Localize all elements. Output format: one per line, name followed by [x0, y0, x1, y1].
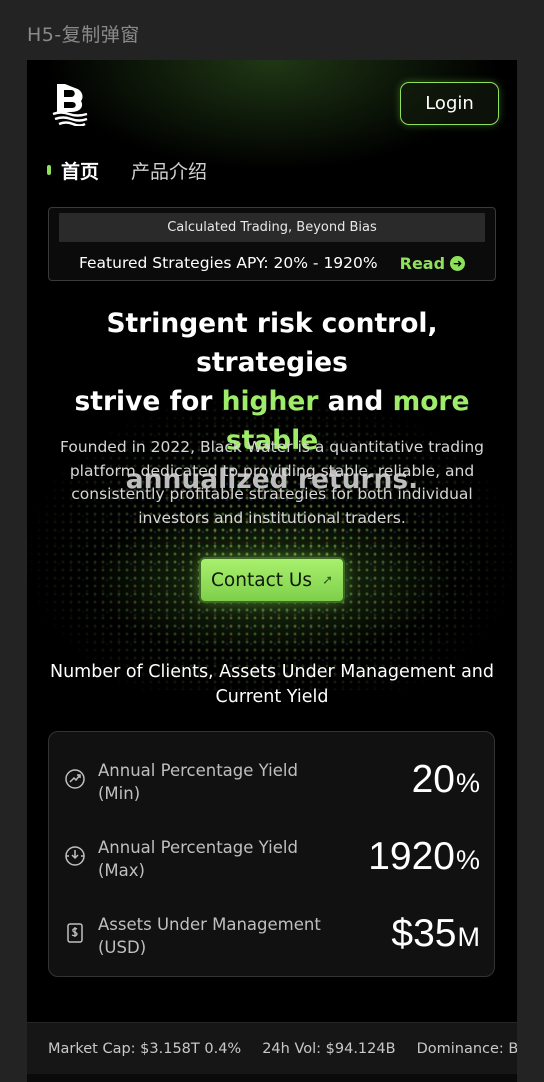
stat-unit: % — [455, 845, 480, 875]
ticker-volume: 24h Vol: $94.124B — [262, 1041, 396, 1057]
hero-description: Founded in 2022, Black Water is a quanti… — [59, 438, 485, 527]
stat-value: $35 M — [391, 912, 480, 956]
bottom-divider — [27, 1074, 517, 1082]
headline-highlight-higher: higher — [221, 386, 319, 417]
market-ticker: Market Cap: $3.158T 0.4% 24h Vol: $94.12… — [27, 1022, 517, 1075]
stats-section-title: Number of Clients, Assets Under Manageme… — [49, 662, 494, 707]
apy-text: Featured Strategies APY: 20% - 1920% — [78, 254, 378, 272]
stat-value: 20% — [412, 758, 480, 802]
stat-value: 1920% — [368, 835, 480, 879]
ticker-market-cap: Market Cap: $3.158T 0.4% — [48, 1041, 242, 1057]
stat-number: 1920 — [368, 835, 455, 878]
trend-circle-icon — [64, 768, 86, 790]
stat-row-apy-max: Annual Percentage Yield (Max) 1920% — [49, 829, 494, 889]
headline-text: strive for — [74, 386, 222, 417]
stat-row-aum: Assets Under Management (USD) $35 M — [49, 906, 494, 966]
banner-apy-line: Featured Strategies APY: 20% - 1920% Rea… — [49, 248, 495, 278]
stat-label: Assets Under Management (USD) — [98, 915, 321, 957]
arrow-up-right-icon: ➚ — [322, 572, 333, 588]
ticker-dominance: Dominance: B — [416, 1041, 517, 1057]
stat-unit: M — [457, 922, 481, 952]
mobile-page: Login 首页 产品介绍 Calculated Trading, Beyond… — [27, 60, 517, 1082]
active-indicator — [47, 165, 51, 175]
contact-label: Contact Us — [211, 569, 313, 591]
login-button[interactable]: Login — [400, 82, 499, 125]
stat-label: Annual Percentage Yield (Min) — [98, 761, 298, 803]
stat-label: Annual Percentage Yield (Max) — [98, 838, 298, 880]
stat-row-apy-min: Annual Percentage Yield (Min) 20% — [49, 752, 494, 812]
announcement-banner: Calculated Trading, Beyond Bias Featured… — [48, 207, 496, 281]
arrow-right-circle-icon: ➜ — [450, 255, 466, 271]
read-label: Read — [399, 253, 446, 273]
headline-line-1: Stringent risk control, strategies — [106, 308, 438, 378]
brand-logo[interactable] — [51, 82, 89, 127]
headline-text: and — [318, 386, 393, 417]
banner-tagline: Calculated Trading, Beyond Bias — [59, 213, 485, 242]
contact-us-button[interactable]: Contact Us ➚ — [199, 557, 345, 603]
top-nav: 首页 产品介绍 — [47, 156, 239, 184]
target-circle-icon — [64, 845, 86, 867]
read-link[interactable]: Read ➜ — [399, 253, 466, 273]
stat-number: 20 — [411, 758, 455, 801]
frame-label: H5-复制弹窗 — [27, 24, 140, 46]
nav-item-home[interactable]: 首页 — [61, 157, 99, 184]
stat-number: $35 — [391, 912, 457, 955]
stat-unit: % — [455, 768, 480, 798]
nav-item-products[interactable]: 产品介绍 — [131, 157, 207, 184]
stats-card: Annual Percentage Yield (Min) 20% Annual… — [48, 731, 495, 977]
wallet-dollar-icon — [64, 922, 86, 944]
